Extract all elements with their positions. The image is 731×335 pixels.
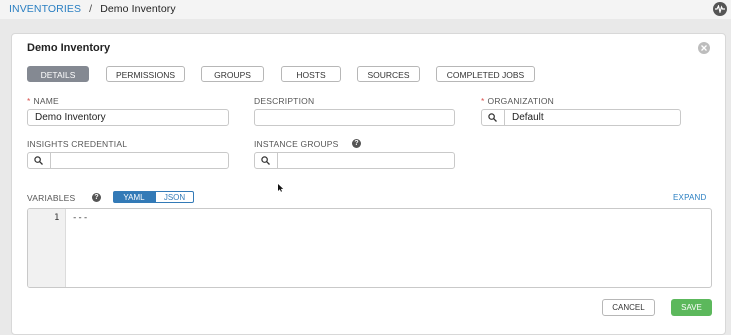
organization-label-text: ORGANIZATION <box>487 96 554 106</box>
activity-stream-icon[interactable] <box>713 2 727 16</box>
card-title: Demo Inventory <box>27 42 111 54</box>
breadcrumb-current: Demo Inventory <box>100 3 176 15</box>
mouse-cursor-icon <box>278 184 284 192</box>
insights-credential-lookup <box>27 152 229 169</box>
json-toggle[interactable]: JSON <box>155 191 194 203</box>
close-icon[interactable] <box>698 42 710 54</box>
line-number-gutter: 1 <box>28 209 66 287</box>
tab-sources[interactable]: SOURCES <box>357 66 420 82</box>
yaml-toggle[interactable]: YAML <box>113 191 155 203</box>
insights-credential-label: INSIGHTS CREDENTIAL <box>27 139 128 149</box>
search-icon <box>488 113 497 122</box>
breadcrumb: INVENTORIES / Demo Inventory <box>9 3 176 15</box>
name-label: * NAME <box>27 96 59 106</box>
variables-help-icon[interactable]: ? <box>92 193 101 202</box>
description-label: DESCRIPTION <box>254 96 315 106</box>
tab-completed-jobs[interactable]: COMPLETED JOBS <box>436 66 535 82</box>
save-button[interactable]: SAVE <box>671 299 712 316</box>
organization-lookup-button[interactable] <box>482 110 505 125</box>
search-icon <box>34 156 43 165</box>
required-mark: * <box>27 96 31 106</box>
instance-groups-lookup-button[interactable] <box>255 153 278 168</box>
top-bar: INVENTORIES / Demo Inventory <box>0 0 731 19</box>
breadcrumb-inventories-link[interactable]: INVENTORIES <box>9 3 81 15</box>
breadcrumb-separator: / <box>89 3 93 15</box>
insights-credential-lookup-button[interactable] <box>28 153 51 168</box>
organization-input[interactable]: Default <box>512 110 544 125</box>
description-input[interactable] <box>254 109 455 126</box>
variables-editor[interactable]: 1 --- <box>27 208 712 288</box>
required-mark: * <box>481 96 485 106</box>
instance-groups-label: INSTANCE GROUPS <box>254 139 339 149</box>
name-input[interactable]: Demo Inventory <box>27 109 229 126</box>
variables-label: VARIABLES <box>27 193 76 203</box>
tab-permissions[interactable]: PERMISSIONS <box>106 66 185 82</box>
tab-hosts[interactable]: HOSTS <box>281 66 341 82</box>
tab-groups[interactable]: GROUPS <box>201 66 264 82</box>
instance-groups-help-icon[interactable]: ? <box>352 139 361 148</box>
organization-label: * ORGANIZATION <box>481 96 554 106</box>
organization-lookup: Default <box>481 109 681 126</box>
instance-groups-lookup <box>254 152 455 169</box>
cancel-button[interactable]: CANCEL <box>602 299 655 316</box>
tab-details[interactable]: DETAILS <box>27 66 89 82</box>
name-label-text: NAME <box>33 96 59 106</box>
expand-link[interactable]: EXPAND <box>673 193 707 202</box>
variables-content[interactable]: --- <box>72 213 88 223</box>
line-number: 1 <box>54 213 60 223</box>
search-icon <box>261 156 270 165</box>
